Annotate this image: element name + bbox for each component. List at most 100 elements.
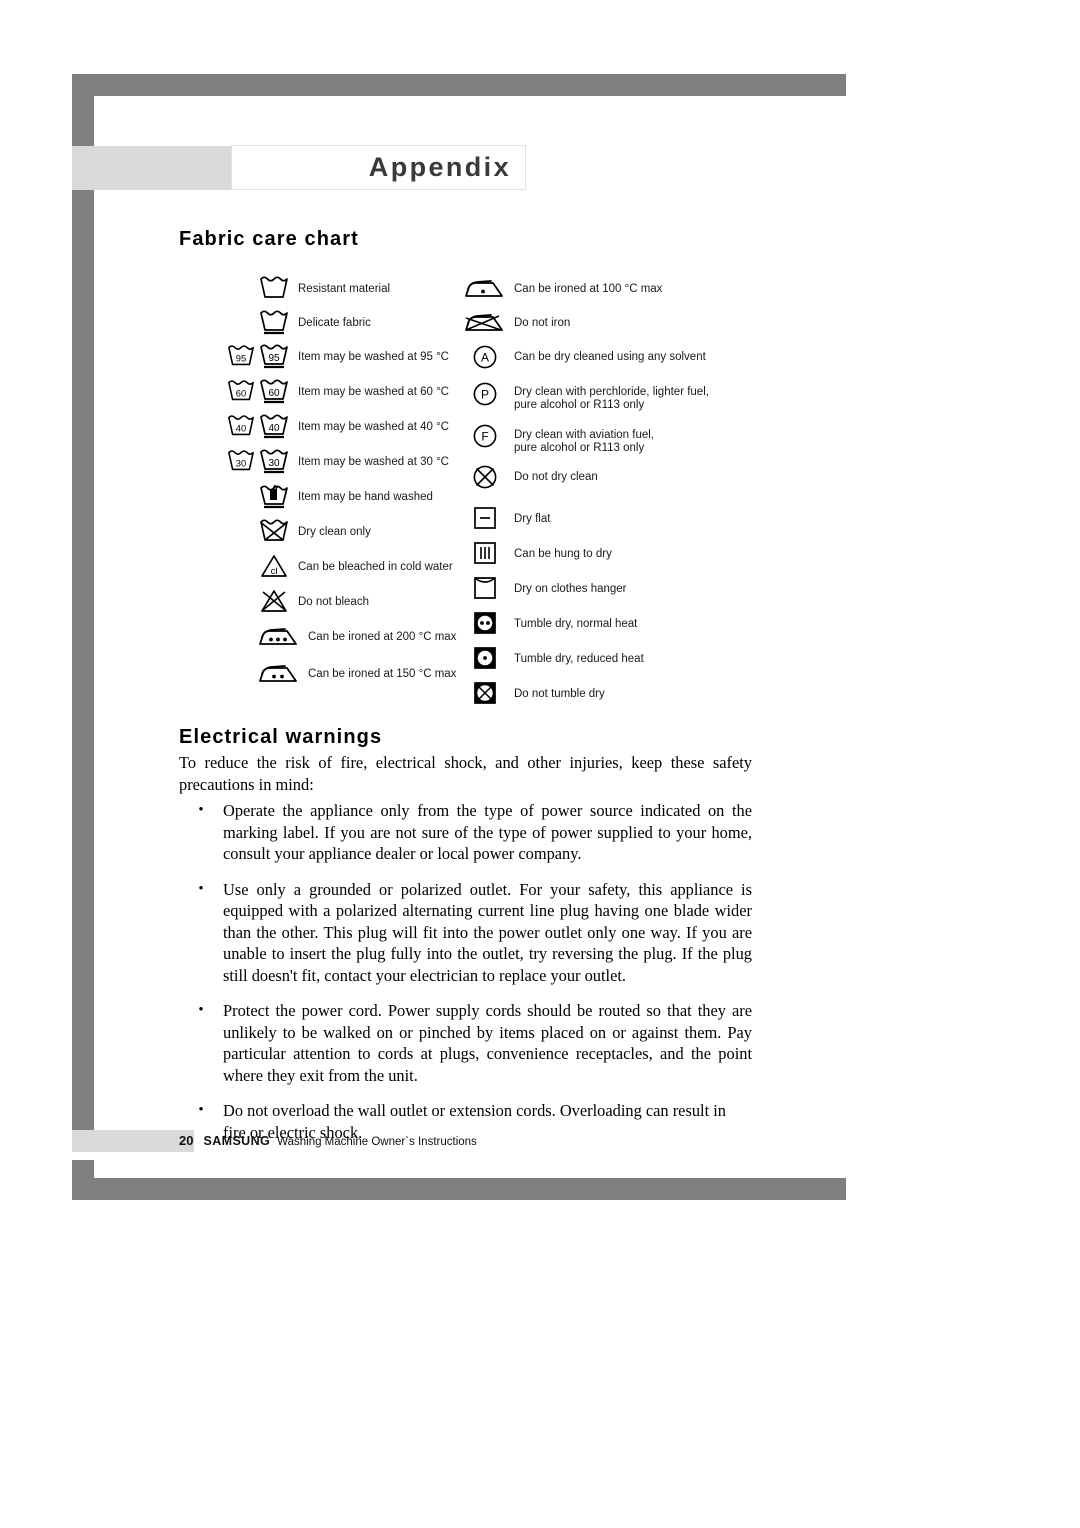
care-label: Tumble dry, reduced heat <box>514 653 644 665</box>
care-row: Can be hung to dry <box>462 541 709 576</box>
care-row: Tumble dry, reduced heat <box>462 646 709 681</box>
care-label: Item may be washed at 30 °C <box>298 456 449 468</box>
care-chart-right-column: Can be ironed at 100 °C max Do not iron … <box>462 276 709 716</box>
care-row: 40 40 Item may be washed at 40 °C <box>226 414 456 449</box>
care-row: Dry on clothes hanger <box>462 576 709 611</box>
care-label: Dry on clothes hanger <box>514 583 627 595</box>
frame-top-bar <box>72 74 846 96</box>
dry-clean-aviation-fuel-icon: F <box>462 422 508 449</box>
hang-to-dry-icon <box>462 541 508 565</box>
wash-tub-delicate-icon <box>256 310 292 336</box>
footer-page-number: 20 <box>179 1133 194 1148</box>
electrical-intro-paragraph: To reduce the risk of fire, electrical s… <box>179 753 752 794</box>
footer-brand-name: SAMSUNG <box>203 1134 271 1148</box>
wash-tub-temp-icon: 60 <box>256 379 292 405</box>
bullet-marker: • <box>198 802 204 818</box>
wash-tub-temp-icon: 40 <box>256 414 292 440</box>
care-label: Tumble dry, normal heat <box>514 618 638 630</box>
list-item: • Operate the appliance only from the ty… <box>179 800 752 865</box>
solvent-letter: P <box>481 388 489 402</box>
page-footer: 20 SAMSUNG Washing Machine Owner`s Instr… <box>179 1133 477 1148</box>
care-label: Dry clean with aviation fuel, pure alcoh… <box>514 429 654 454</box>
iron-one-dot-icon <box>462 276 508 300</box>
list-item: • Protect the power cord. Power supply c… <box>179 1000 752 1086</box>
care-row: Can be ironed at 150 °C max <box>226 661 456 698</box>
care-row: Delicate fabric <box>226 310 456 344</box>
care-row: Dry clean only <box>226 519 456 554</box>
wash-tub-temp-icon: 40 <box>226 414 256 438</box>
wash-temp-value: 95 <box>268 353 280 364</box>
svg-text:cl: cl <box>271 566 278 577</box>
wash-tub-resistant-icon <box>256 276 292 300</box>
electrical-warnings-list: • Operate the appliance only from the ty… <box>179 800 752 1157</box>
care-row: Tumble dry, normal heat <box>462 611 709 646</box>
list-item: • Use only a grounded or polarized outle… <box>179 879 752 987</box>
do-not-tumble-dry-icon <box>462 681 508 705</box>
care-label: Dry flat <box>514 513 551 525</box>
wash-tub-temp-icon: 30 <box>226 449 256 473</box>
solvent-letter: A <box>481 351 489 365</box>
frame-left-bar-upper <box>72 74 94 146</box>
header-accent-band <box>72 146 232 190</box>
care-label: Item may be washed at 60 °C <box>298 386 449 398</box>
care-label: Do not iron <box>514 317 571 329</box>
dry-flat-icon <box>462 506 508 530</box>
care-label: Can be bleached in cold water <box>298 561 453 573</box>
care-row: Do not tumble dry <box>462 681 709 716</box>
care-label: Dry clean with perchloride, lighter fuel… <box>514 386 709 411</box>
wash-temp-value: 40 <box>236 424 246 434</box>
electrical-warnings-heading: Electrical warnings <box>179 726 383 748</box>
care-row: 30 30 Item may be washed at 30 °C <box>226 449 456 484</box>
dry-clean-any-solvent-icon: A <box>462 344 508 370</box>
page-title: Appendix <box>368 152 511 182</box>
wash-tub-temp-icon: 95 <box>256 344 292 370</box>
wash-temp-value: 60 <box>236 389 246 399</box>
care-row: 95 95 Item may be washed at 95 °C <box>226 344 456 379</box>
care-row: F Dry clean with aviation fuel, pure alc… <box>462 422 709 464</box>
care-label: Do not bleach <box>298 596 369 608</box>
care-label: Item may be hand washed <box>298 491 433 503</box>
fabric-care-heading: Fabric care chart <box>179 228 359 250</box>
care-label: Delicate fabric <box>298 317 371 329</box>
care-label: Resistant material <box>298 283 391 295</box>
list-item-text: Operate the appliance only from the type… <box>223 801 752 863</box>
wash-tub-temp-icon: 60 <box>226 379 256 403</box>
do-not-iron-icon <box>462 310 508 334</box>
dry-clean-perchloride-icon: P <box>462 379 508 407</box>
wash-temp-value: 40 <box>268 423 280 434</box>
do-not-bleach-icon <box>256 589 292 614</box>
frame-bottom-bar <box>72 1178 846 1200</box>
wash-temp-value: 95 <box>236 354 246 364</box>
care-label: Do not dry clean <box>514 471 598 483</box>
tumble-dry-normal-icon <box>462 611 508 635</box>
do-not-dry-clean-icon <box>462 464 508 490</box>
bullet-marker: • <box>198 1002 204 1018</box>
wash-temp-value: 30 <box>268 458 280 469</box>
care-row: Do not bleach <box>226 589 456 624</box>
list-item-text: Use only a grounded or polarized outlet.… <box>223 879 752 985</box>
bleach-cold-water-icon: cl <box>256 554 292 579</box>
care-label: Do not tumble dry <box>514 688 605 700</box>
care-row: Do not iron <box>462 310 709 344</box>
wash-temp-value: 60 <box>268 388 280 399</box>
frame-left-bar-middle <box>72 190 94 1130</box>
care-label: Can be dry cleaned using any solvent <box>514 351 706 363</box>
wash-temp-value: 30 <box>236 459 246 469</box>
care-row: Can be ironed at 200 °C max <box>226 624 456 661</box>
wash-tub-temp-icon: 30 <box>256 449 292 475</box>
care-label: Item may be washed at 40 °C <box>298 421 449 433</box>
do-not-wash-icon <box>256 519 292 543</box>
tumble-dry-reduced-icon <box>462 646 508 670</box>
chapter-title-box: Appendix <box>231 145 526 190</box>
care-label: Item may be washed at 95 °C <box>298 351 449 363</box>
care-row: 60 60 Item may be washed at 60 °C <box>226 379 456 414</box>
care-row: Resistant material <box>226 276 456 310</box>
care-row: Can be ironed at 100 °C max <box>462 276 709 310</box>
care-label: Can be ironed at 150 °C max <box>308 668 457 680</box>
iron-two-dots-icon <box>256 661 302 685</box>
care-row: Dry flat <box>462 506 709 541</box>
hand-wash-icon <box>256 484 292 510</box>
care-row: P Dry clean with perchloride, lighter fu… <box>462 379 709 422</box>
care-row: cl Can be bleached in cold water <box>226 554 456 589</box>
footer-accent-band <box>72 1130 194 1152</box>
